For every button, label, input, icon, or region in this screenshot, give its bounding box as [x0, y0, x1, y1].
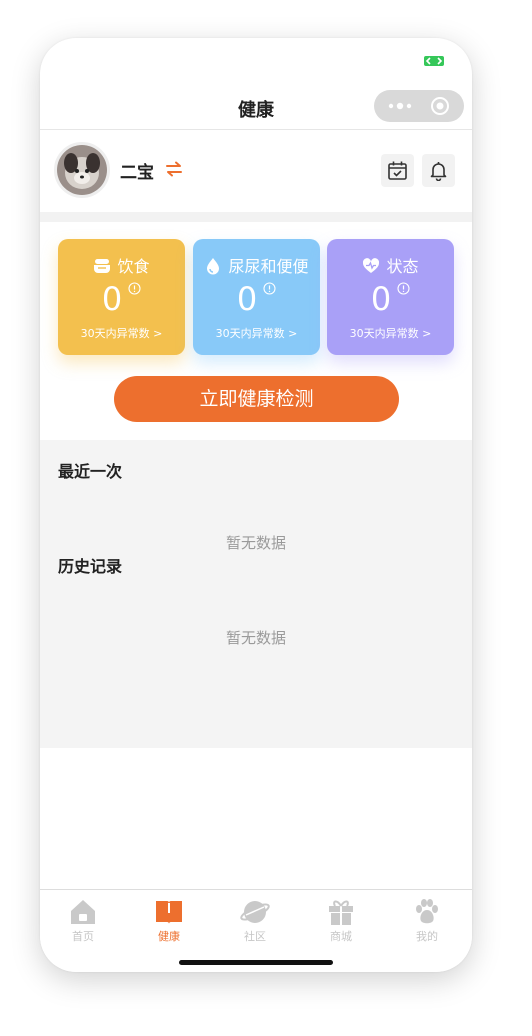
calendar-button[interactable]	[381, 154, 414, 187]
status-bar	[40, 38, 472, 88]
more-icon[interactable]	[388, 100, 412, 112]
heart-pulse-icon	[363, 258, 380, 273]
records-area: 最近一次 暂无数据 历史记录 暂无数据	[40, 440, 472, 748]
status-card-footer: 30天内异常数 >	[349, 327, 432, 340]
info-icon	[263, 282, 276, 295]
bell-icon	[430, 162, 447, 181]
mini-program-capsule[interactable]	[374, 90, 464, 122]
water-drop-icon	[207, 258, 220, 275]
status-card-title: 状态	[386, 257, 419, 276]
diet-card[interactable]: 饮食 0 30天内异常数 >	[58, 239, 185, 355]
paw-icon	[416, 899, 438, 924]
health-summary-cards: 饮食 0 30天内异常数 > 尿尿和便便 0 30天内异常数 > 状态 0 30…	[40, 222, 472, 440]
tab-home[interactable]: 首页	[40, 898, 126, 946]
pet-avatar[interactable]	[54, 142, 110, 198]
food-bowl-icon	[94, 259, 111, 273]
tab-mine[interactable]: 我的	[384, 898, 470, 946]
info-icon	[397, 282, 410, 295]
tab-health[interactable]: 健康	[126, 898, 212, 946]
tab-community[interactable]: 社区	[212, 898, 298, 946]
pet-photo-icon	[57, 145, 107, 195]
gift-icon	[329, 900, 353, 925]
excretion-card[interactable]: 尿尿和便便 0 30天内异常数 >	[193, 239, 320, 355]
planet-icon	[240, 901, 270, 923]
start-health-check-button[interactable]: 立即健康检测	[114, 376, 399, 422]
tab-mall[interactable]: 商城	[298, 898, 384, 946]
book-icon	[156, 901, 182, 924]
switch-pet-icon[interactable]	[165, 160, 183, 178]
info-icon	[128, 282, 141, 295]
diet-card-title: 饮食	[117, 257, 150, 276]
excretion-card-footer: 30天内异常数 >	[215, 327, 298, 340]
home-indicator	[179, 960, 333, 965]
pet-profile-row: 二宝	[40, 130, 472, 212]
notification-button[interactable]	[422, 154, 455, 187]
home-icon	[71, 900, 95, 924]
tab-bar: 首页 健康 社区 商城 我的	[40, 889, 472, 972]
recent-empty-text: 暂无数据	[225, 534, 286, 552]
pet-name: 二宝	[120, 163, 154, 183]
diet-card-footer: 30天内异常数 >	[80, 327, 163, 340]
divider-band	[40, 212, 472, 222]
status-card[interactable]: 状态 0 30天内异常数 >	[327, 239, 454, 355]
history-section-title: 历史记录	[58, 557, 123, 576]
recent-section-title: 最近一次	[58, 462, 123, 481]
close-target-icon[interactable]	[430, 96, 450, 116]
diet-card-value: 0	[101, 280, 123, 318]
calendar-icon	[388, 161, 407, 180]
excretion-card-title: 尿尿和便便	[228, 257, 309, 276]
excretion-card-value: 0	[236, 280, 258, 318]
history-empty-text: 暂无数据	[225, 629, 286, 647]
navigation-bar: 健康	[40, 88, 472, 130]
status-card-value: 0	[370, 280, 392, 318]
battery-icon	[424, 56, 444, 66]
phone-frame: 健康 二宝 饮食 0 30天内异常数 > 尿尿和便便 0 30天内异常数 > 状…	[40, 38, 472, 972]
